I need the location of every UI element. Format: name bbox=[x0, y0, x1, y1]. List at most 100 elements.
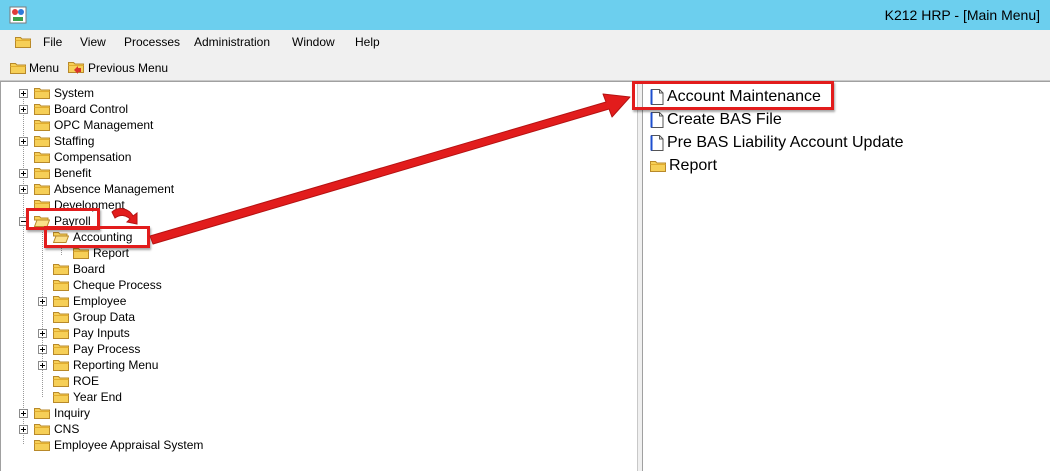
tree-item-system[interactable]: System bbox=[19, 85, 94, 101]
menu-item-label: Report bbox=[669, 157, 718, 174]
folder-icon bbox=[34, 183, 50, 195]
document-icon bbox=[650, 135, 664, 151]
tree-item-absence-management[interactable]: Absence Management bbox=[19, 181, 174, 197]
tree-item-label: Inquiry bbox=[54, 406, 91, 420]
expand-icon[interactable] bbox=[38, 296, 47, 306]
tree-item-label: Pay Process bbox=[73, 342, 141, 356]
tree-item-employee-appraisal-system[interactable]: Employee Appraisal System bbox=[19, 437, 203, 453]
folder-icon bbox=[53, 359, 69, 371]
app-icon[interactable] bbox=[9, 6, 27, 24]
folder-icon bbox=[34, 135, 50, 147]
expand-icon[interactable] bbox=[19, 168, 28, 178]
previous-menu-button[interactable]: Previous Menu bbox=[68, 60, 168, 76]
tree-item-label: Report bbox=[93, 246, 130, 260]
tree-item-label: CNS bbox=[54, 422, 80, 436]
tree-item-label: Board bbox=[73, 262, 106, 276]
expand-icon[interactable] bbox=[19, 104, 28, 114]
menu-processes[interactable]: Processes bbox=[124, 35, 180, 49]
tree-item-label: Reporting Menu bbox=[73, 358, 159, 372]
tree-item-label: OPC Management bbox=[54, 118, 154, 132]
toolbar: Menu Previous Menu bbox=[0, 55, 1050, 81]
folder-icon bbox=[10, 62, 26, 74]
tree-item-group-data[interactable]: Group Data bbox=[53, 309, 135, 325]
folder-icon bbox=[53, 327, 69, 339]
menu-item-label: Create BAS File bbox=[667, 111, 782, 128]
highlight-box-account-maintenance bbox=[632, 81, 834, 110]
tree-item-employee[interactable]: Employee bbox=[38, 293, 126, 309]
folder-icon bbox=[34, 103, 50, 115]
tree-item-board-control[interactable]: Board Control bbox=[19, 101, 128, 117]
folder-icon bbox=[53, 391, 69, 403]
tree-item-label: Benefit bbox=[54, 166, 92, 180]
document-icon bbox=[650, 112, 664, 128]
folder-icon bbox=[34, 87, 50, 99]
tree-item-year-end[interactable]: Year End bbox=[53, 389, 122, 405]
highlight-box-accounting bbox=[44, 226, 150, 248]
menu-item-report[interactable]: Report bbox=[650, 156, 717, 176]
expand-icon[interactable] bbox=[38, 360, 47, 370]
folder-icon bbox=[34, 407, 50, 419]
tree-item-label: Compensation bbox=[54, 150, 132, 164]
previous-menu-label: Previous Menu bbox=[88, 61, 169, 75]
folder-icon bbox=[53, 263, 69, 275]
tree-item-label: Employee Appraisal System bbox=[54, 438, 204, 452]
expand-icon[interactable] bbox=[38, 344, 47, 354]
tree-item-benefit[interactable]: Benefit bbox=[19, 165, 91, 181]
folder-icon bbox=[34, 119, 50, 131]
menu-file[interactable]: File bbox=[43, 35, 62, 49]
tree-item-opc-management[interactable]: OPC Management bbox=[19, 117, 153, 133]
folder-icon bbox=[73, 247, 89, 259]
menu-item-label: Pre BAS Liability Account Update bbox=[667, 134, 904, 151]
menu-window[interactable]: Window bbox=[292, 35, 335, 49]
expand-icon[interactable] bbox=[19, 424, 28, 434]
tree-item-label: Employee bbox=[73, 294, 127, 308]
tree-item-label: ROE bbox=[73, 374, 100, 388]
tree-item-roe[interactable]: ROE bbox=[53, 373, 99, 389]
tree-item-label: Pay Inputs bbox=[73, 326, 130, 340]
folder-icon bbox=[53, 295, 69, 307]
expand-icon[interactable] bbox=[38, 328, 47, 338]
tree-item-reporting-menu[interactable]: Reporting Menu bbox=[38, 357, 158, 373]
tree-item-label: Staffing bbox=[54, 134, 95, 148]
expand-icon[interactable] bbox=[19, 88, 28, 98]
expand-icon[interactable] bbox=[19, 136, 28, 146]
menu-items-pane[interactable]: Account Maintenance Create BAS File Pre … bbox=[643, 81, 1050, 471]
tree-item-cns[interactable]: CNS bbox=[19, 421, 79, 437]
folder-icon bbox=[34, 151, 50, 163]
tree-item-pay-process[interactable]: Pay Process bbox=[38, 341, 140, 357]
menu-bar: File View Processes Administration Windo… bbox=[0, 30, 1050, 55]
expand-icon[interactable] bbox=[19, 184, 28, 194]
tree-item-pay-inputs[interactable]: Pay Inputs bbox=[38, 325, 130, 341]
menu-button[interactable]: Menu bbox=[10, 60, 59, 76]
tree-item-compensation[interactable]: Compensation bbox=[19, 149, 131, 165]
menu-button-label: Menu bbox=[29, 61, 60, 75]
menu-view[interactable]: View bbox=[80, 35, 106, 49]
window-title: K212 HRP - [Main Menu] bbox=[884, 7, 1040, 23]
menu-item-create-bas-file[interactable]: Create BAS File bbox=[650, 110, 782, 130]
tree-line bbox=[61, 247, 62, 255]
tree-item-staffing[interactable]: Staffing bbox=[19, 133, 94, 149]
tree-item-board[interactable]: Board bbox=[53, 261, 105, 277]
tree-item-label: System bbox=[54, 86, 95, 100]
folder-icon bbox=[53, 375, 69, 387]
folder-back-icon bbox=[68, 62, 84, 74]
folder-icon bbox=[650, 160, 666, 172]
folder-icon bbox=[15, 36, 31, 48]
menu-help[interactable]: Help bbox=[355, 35, 380, 49]
folder-icon bbox=[34, 167, 50, 179]
menu-item-pre-bas-liability[interactable]: Pre BAS Liability Account Update bbox=[650, 133, 904, 153]
tree-item-label: Board Control bbox=[54, 102, 129, 116]
expand-icon[interactable] bbox=[19, 408, 28, 418]
tree-item-label: Year End bbox=[73, 390, 122, 404]
folder-icon bbox=[53, 343, 69, 355]
menu-administration[interactable]: Administration bbox=[194, 35, 270, 49]
tree-item-inquiry[interactable]: Inquiry bbox=[19, 405, 90, 421]
folder-icon bbox=[53, 311, 69, 323]
menu-tree-pane[interactable]: System Board Control OPC Management Staf… bbox=[0, 81, 637, 471]
tree-item-label: Cheque Process bbox=[73, 278, 162, 292]
folder-icon bbox=[34, 439, 50, 451]
folder-icon bbox=[53, 279, 69, 291]
title-bar: K212 HRP - [Main Menu] bbox=[0, 0, 1050, 30]
tree-item-label: Absence Management bbox=[54, 182, 175, 196]
tree-item-cheque-process[interactable]: Cheque Process bbox=[53, 277, 162, 293]
